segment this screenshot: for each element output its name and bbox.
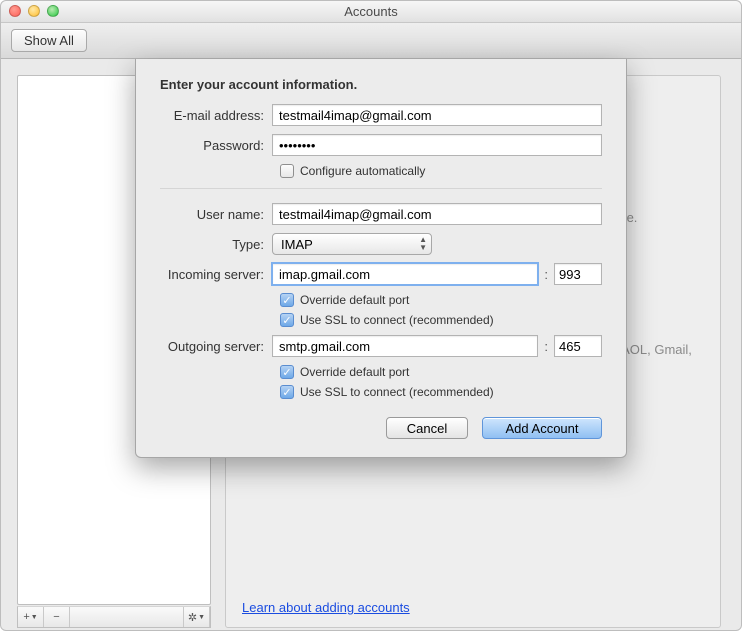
outgoing-override-checkbox[interactable]: ✓ <box>280 365 294 379</box>
outgoing-server-field[interactable] <box>272 335 538 357</box>
outgoing-override-label: Override default port <box>300 365 409 379</box>
outgoing-override-row[interactable]: ✓ Override default port <box>280 365 602 379</box>
toolbar: Show All <box>1 23 741 59</box>
sidebar-footer-spacer <box>70 607 184 627</box>
zoom-button[interactable] <box>47 5 59 17</box>
incoming-label: Incoming server: <box>160 267 272 282</box>
divider <box>160 188 602 189</box>
plus-icon: + <box>23 611 29 623</box>
incoming-ssl-label: Use SSL to connect (recommended) <box>300 313 494 327</box>
username-field[interactable] <box>272 203 602 225</box>
incoming-ssl-row[interactable]: ✓ Use SSL to connect (recommended) <box>280 313 602 327</box>
minimize-button[interactable] <box>28 5 40 17</box>
type-label: Type: <box>160 237 272 252</box>
email-label: E-mail address: <box>160 108 272 123</box>
username-label: User name: <box>160 207 272 222</box>
incoming-port-field[interactable] <box>554 263 602 285</box>
incoming-override-row[interactable]: ✓ Override default port <box>280 293 602 307</box>
sidebar-footer: + ▼ − ✲ ▼ <box>17 606 211 628</box>
type-popup[interactable]: IMAP ▲▼ <box>272 233 432 255</box>
learn-link[interactable]: Learn about adding accounts <box>242 600 410 615</box>
close-button[interactable] <box>9 5 21 17</box>
outgoing-ssl-checkbox[interactable]: ✓ <box>280 385 294 399</box>
colon: : <box>538 267 554 282</box>
colon: : <box>538 339 554 354</box>
email-field[interactable] <box>272 104 602 126</box>
titlebar: Accounts <box>1 1 741 23</box>
outgoing-ssl-label: Use SSL to connect (recommended) <box>300 385 494 399</box>
window: Accounts Show All + ▼ − ✲ ▼ To get start… <box>0 0 742 631</box>
chevron-down-icon: ▼ <box>198 614 205 621</box>
window-title: Accounts <box>344 4 397 19</box>
configure-auto-checkbox[interactable] <box>280 164 294 178</box>
incoming-override-label: Override default port <box>300 293 409 307</box>
add-account-button[interactable]: Add Account <box>482 417 602 439</box>
remove-account-sidebar-button[interactable]: − <box>44 607 70 627</box>
incoming-ssl-checkbox[interactable]: ✓ <box>280 313 294 327</box>
add-account-sidebar-button[interactable]: + ▼ <box>18 607 44 627</box>
configure-auto-label: Configure automatically <box>300 164 425 178</box>
outgoing-label: Outgoing server: <box>160 339 272 354</box>
incoming-override-checkbox[interactable]: ✓ <box>280 293 294 307</box>
password-label: Password: <box>160 138 272 153</box>
type-value: IMAP <box>281 237 313 252</box>
chevron-down-icon: ▼ <box>31 614 38 621</box>
cancel-button[interactable]: Cancel <box>386 417 468 439</box>
show-all-button[interactable]: Show All <box>11 29 87 52</box>
traffic-lights <box>9 5 59 17</box>
outgoing-port-field[interactable] <box>554 335 602 357</box>
gear-icon: ✲ <box>188 611 197 624</box>
password-field[interactable] <box>272 134 602 156</box>
sidebar-gear-button[interactable]: ✲ ▼ <box>184 607 210 627</box>
incoming-server-field[interactable] <box>272 263 538 285</box>
sheet-heading: Enter your account information. <box>160 77 602 92</box>
outgoing-ssl-row[interactable]: ✓ Use SSL to connect (recommended) <box>280 385 602 399</box>
account-sheet: Enter your account information. E-mail a… <box>135 59 627 458</box>
configure-auto-row[interactable]: Configure automatically <box>280 164 602 178</box>
